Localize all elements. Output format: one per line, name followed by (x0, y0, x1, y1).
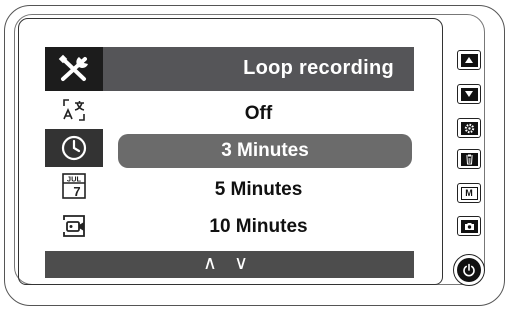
settings-tools-icon (58, 54, 88, 81)
date-calendar-icon: JUL 7 (62, 173, 86, 199)
option-3-minutes-selected[interactable]: 3 Minutes (118, 134, 412, 168)
sidebar-item-video[interactable] (45, 207, 103, 245)
option-10-minutes[interactable]: 10 Minutes (103, 216, 414, 238)
menu-title-bar: Loop recording (103, 47, 414, 91)
up-arrow-icon (465, 57, 473, 63)
delete-button[interactable] (457, 149, 481, 169)
calendar-day-text: 7 (73, 184, 80, 199)
power-button[interactable] (453, 254, 485, 286)
gear-icon (464, 123, 474, 133)
sidebar-item-language[interactable] (45, 91, 103, 129)
calendar-month-text: JUL (67, 175, 82, 184)
sidebar: JUL 7 (45, 47, 103, 251)
menu-title: Loop recording (243, 57, 394, 79)
clock-icon (61, 135, 87, 161)
mode-label: M (465, 187, 473, 198)
mode-button[interactable]: M (457, 183, 481, 203)
down-arrow-icon (465, 91, 473, 97)
camera-icon (464, 222, 474, 230)
camera-button[interactable] (457, 216, 481, 236)
sidebar-item-settings[interactable] (45, 47, 103, 91)
sidebar-item-clock[interactable] (45, 129, 103, 167)
power-icon (463, 263, 475, 277)
trash-icon (465, 154, 473, 164)
up-button[interactable] (457, 50, 481, 70)
menu-bottom-bar: ∧ ∨ (45, 251, 414, 278)
option-off[interactable]: Off (103, 103, 414, 125)
language-icon (63, 99, 85, 121)
sidebar-item-date[interactable]: JUL 7 (45, 167, 103, 205)
video-mode-icon (63, 215, 85, 237)
settings-button[interactable] (457, 118, 481, 138)
nav-arrows-hint: ∧ ∨ (203, 253, 255, 274)
down-button[interactable] (457, 84, 481, 104)
menu-screen: JUL 7 Loop recording Off 3 Minutes 5 Min… (45, 47, 414, 278)
option-5-minutes[interactable]: 5 Minutes (103, 179, 414, 201)
